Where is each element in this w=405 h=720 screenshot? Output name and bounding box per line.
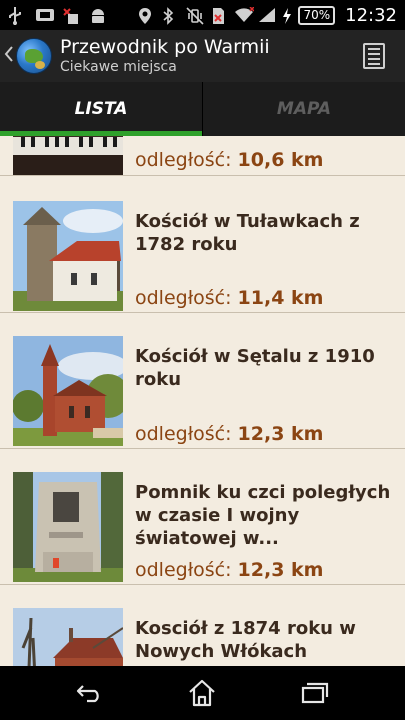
place-thumbnail [13,136,123,175]
place-title: Kosciół z 1874 roku w Nowych Włókach [135,618,356,662]
place-title: Kościół w Sętalu z 1910 roku [135,346,375,390]
distance-label: odległość: [135,559,232,581]
list-item[interactable]: Kosciół z 1874 roku w Nowych Włókach [0,585,405,666]
distance-value: 12,3 km [237,423,324,445]
clock: 12:32 [345,4,397,26]
no-sim-icon [210,7,228,24]
tab-label: LISTA [74,99,128,119]
place-thumbnail [13,201,123,311]
distance-label: odległość: [135,287,232,309]
missed-notification-icon [62,7,80,24]
distance-label: odległość: [135,149,232,171]
distance-text: odległość: 12,3 km [135,559,323,581]
app-title: Przewodnik po Warmii [60,36,270,58]
list-item[interactable]: Kościół w Tuławkach z 1782 roku odległoś… [0,176,405,313]
places-list[interactable]: odległość: 10,6 km Kościół w Tuławkach z… [0,136,405,666]
list-menu-icon[interactable] [363,43,385,69]
usb-icon [8,7,26,25]
place-title: Kościół w Tuławkach z 1782 roku [135,211,360,255]
distance-value: 10,6 km [237,149,324,171]
signal-icon [258,7,276,23]
bluetooth-icon [162,7,180,25]
sd-card-icon [35,7,54,23]
list-item[interactable]: odległość: 10,6 km [0,136,405,176]
list-item[interactable]: Kościół w Sętalu z 1910 roku odległość: … [0,313,405,449]
distance-text: odległość: 10,6 km [135,149,323,171]
app-home-button[interactable] [0,30,52,82]
tab-bar: LISTA MAPA [0,82,405,136]
battery-level: 70% [298,5,336,25]
place-thumbnail [13,336,123,446]
android-icon [89,7,107,23]
distance-text: odległość: 12,3 km [135,423,323,445]
vibrate-icon [186,7,205,25]
tab-lista[interactable]: LISTA [0,82,202,136]
wifi-icon [234,6,255,23]
app-logo-icon [16,38,52,74]
status-bar: 70% 12:32 [0,0,405,30]
place-thumbnail [13,608,123,666]
distance-value: 11,4 km [237,287,324,309]
tab-label: MAPA [276,99,332,119]
app-subtitle: Ciekawe miejsca [60,59,177,75]
home-icon[interactable] [182,678,222,708]
action-bar: Przewodnik po Warmii Ciekawe miejsca [0,30,405,82]
list-item[interactable]: Pomnik ku czci poległych w czasie I wojn… [0,449,405,585]
place-thumbnail [13,472,123,582]
location-icon [138,7,156,24]
charging-icon [282,7,292,24]
recent-apps-icon[interactable] [294,678,334,708]
tab-mapa[interactable]: MAPA [202,82,405,136]
distance-text: odległość: 11,4 km [135,287,323,309]
chevron-left-icon [4,44,14,69]
place-title: Pomnik ku czci poległych w czasie I wojn… [135,482,391,549]
screen: 70% 12:32 Przewodnik po Warmii Ciekawe m… [0,0,405,720]
back-icon[interactable] [70,678,110,708]
navigation-bar [0,666,405,720]
distance-value: 12,3 km [237,559,324,581]
distance-label: odległość: [135,423,232,445]
